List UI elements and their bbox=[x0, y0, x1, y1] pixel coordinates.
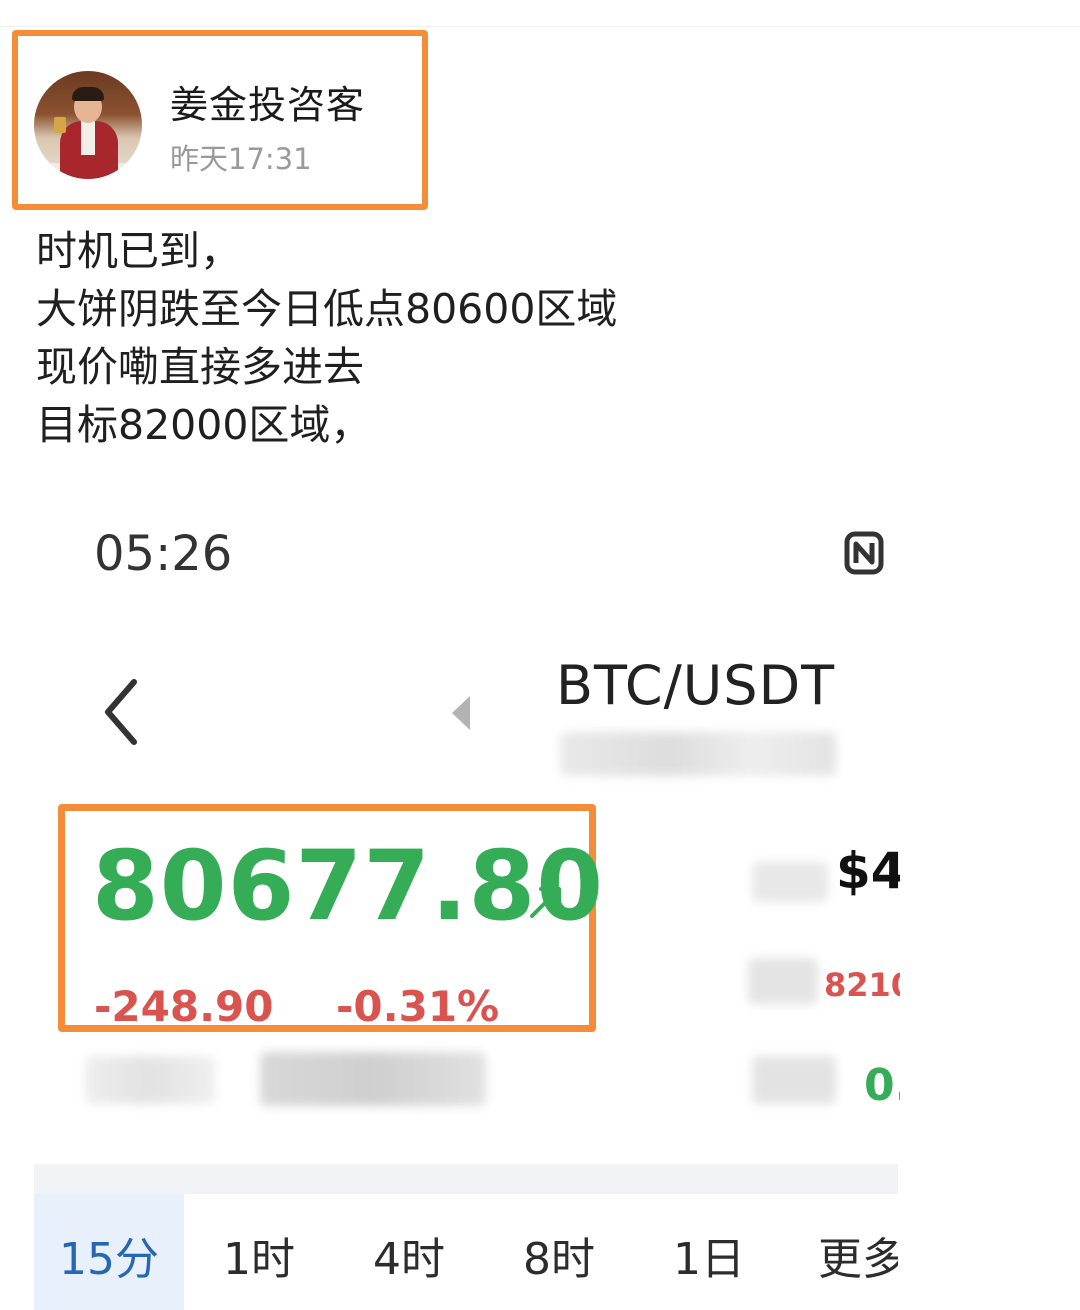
blurred-label bbox=[85, 1056, 215, 1104]
back-arrow-icon[interactable] bbox=[100, 676, 144, 748]
trading-pair-title[interactable]: BTC/USDT bbox=[556, 654, 835, 717]
blurred-label bbox=[260, 1052, 486, 1106]
blurred-label bbox=[752, 862, 828, 902]
blurred-subtitle bbox=[560, 732, 836, 776]
post-line: 时机已到， bbox=[36, 227, 241, 275]
tab-bar-divider bbox=[34, 1164, 898, 1194]
tab-4h[interactable]: 4时 bbox=[334, 1194, 484, 1310]
tab-more[interactable]: 更多 bbox=[784, 1194, 898, 1310]
post-line: 目标82000区域， bbox=[36, 401, 372, 449]
author-name[interactable]: 姜金投咨客 bbox=[170, 74, 365, 129]
post-line: 大饼阴跌至今日低点80600区域 bbox=[36, 285, 618, 333]
green-stat-value: 0. bbox=[864, 1060, 900, 1111]
timeframe-tabs: 15分 1时 4时 8时 1日 更多 bbox=[34, 1194, 898, 1310]
trend-up-arrow-icon bbox=[530, 887, 561, 918]
nfc-icon bbox=[844, 531, 884, 575]
post-timestamp: 昨天17:31 bbox=[170, 142, 312, 176]
tab-15m[interactable]: 15分 bbox=[34, 1194, 184, 1310]
price-change-amount: -248.90 bbox=[94, 982, 274, 1031]
status-bar-time: 05:26 bbox=[94, 526, 233, 582]
high-price-value: 8210 bbox=[824, 966, 900, 1004]
tab-8h[interactable]: 8时 bbox=[484, 1194, 634, 1310]
post-body: 时机已到， 大饼阴跌至今日低点80600区域 现价嘞直接多进去 目标82000区… bbox=[36, 222, 1046, 454]
price-change-percent: -0.31% bbox=[336, 982, 500, 1031]
top-divider bbox=[0, 26, 1080, 27]
author-avatar[interactable] bbox=[34, 71, 142, 179]
post-line: 现价嘞直接多进去 bbox=[36, 343, 364, 391]
blurred-label bbox=[748, 958, 818, 1004]
tab-1h[interactable]: 1时 bbox=[184, 1194, 334, 1310]
blurred-label bbox=[752, 1056, 836, 1104]
caret-left-icon[interactable] bbox=[446, 692, 474, 734]
tab-1d[interactable]: 1日 bbox=[634, 1194, 784, 1310]
usd-price: $4 bbox=[836, 842, 900, 900]
